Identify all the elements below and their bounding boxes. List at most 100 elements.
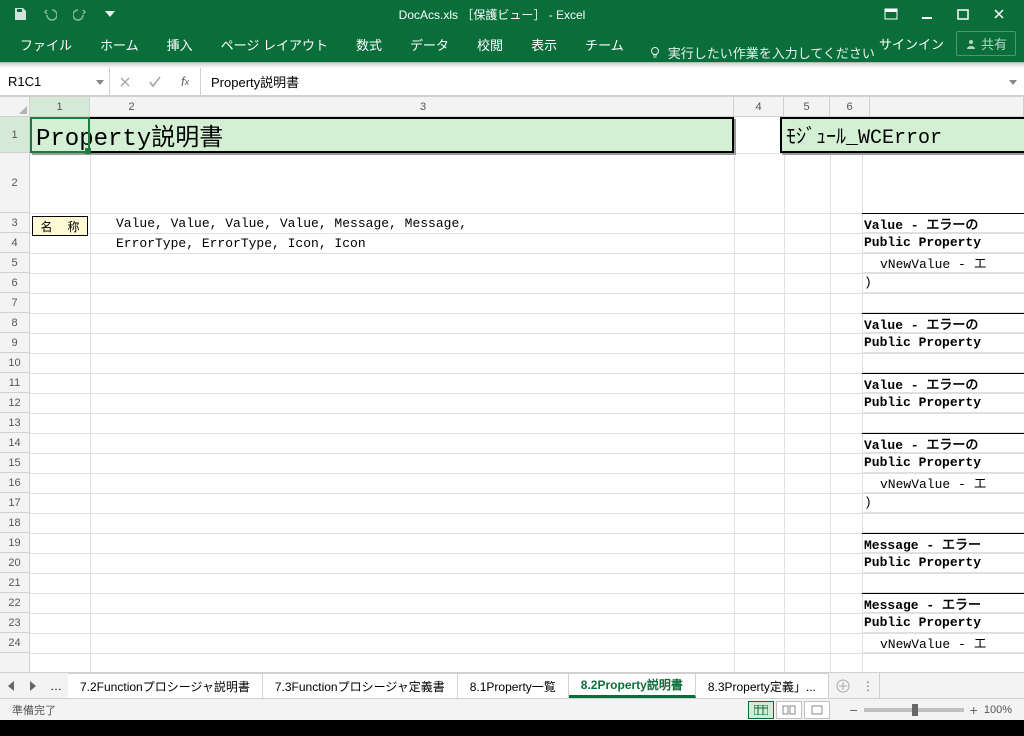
tellme-search[interactable]: 実行したい作業を入力してください bbox=[648, 43, 875, 62]
share-label: 共有 bbox=[981, 34, 1007, 53]
qat-customize-icon[interactable] bbox=[102, 6, 118, 22]
tab-formula[interactable]: 数式 bbox=[342, 29, 396, 62]
col-header[interactable]: 4 bbox=[734, 97, 784, 116]
view-page-layout-icon[interactable] bbox=[776, 701, 802, 719]
row-header[interactable]: 14 bbox=[0, 433, 29, 453]
zoom-value[interactable]: 100% bbox=[984, 704, 1012, 716]
zoom-slider[interactable] bbox=[864, 708, 964, 712]
tab-review[interactable]: 校閲 bbox=[463, 29, 517, 62]
undo-icon[interactable] bbox=[42, 6, 58, 22]
sheet-bar-options-icon[interactable]: ⋮ bbox=[857, 673, 879, 698]
col-header[interactable]: 6 bbox=[830, 97, 870, 116]
sheet-title-main: Property説明書 bbox=[30, 117, 734, 153]
tab-layout[interactable]: ページ レイアウト bbox=[207, 29, 342, 62]
taskbar-strip bbox=[0, 720, 1024, 736]
sheet-tab[interactable]: 8.3Property定義」... bbox=[696, 673, 829, 698]
sheet-tab[interactable]: 7.2Functionプロシージャ説明書 bbox=[68, 673, 263, 698]
row-header[interactable]: 1 bbox=[0, 117, 29, 153]
row-header[interactable]: 9 bbox=[0, 333, 29, 353]
formula-buttons: fx bbox=[110, 68, 201, 95]
cell-value: Value - エラーの bbox=[862, 433, 1024, 453]
status-bar: 準備完了 − + 100% bbox=[0, 698, 1024, 720]
row-header[interactable]: 5 bbox=[0, 253, 29, 273]
cell-value: Public Property bbox=[862, 553, 1024, 573]
cells-area[interactable]: Property説明書 ﾓｼﾞｭｰﾙ_WCError 名 称 Value, Va… bbox=[30, 117, 1024, 672]
sheet-nav-more-icon[interactable]: … bbox=[44, 673, 68, 698]
expand-formula-icon[interactable] bbox=[1008, 77, 1018, 87]
accept-formula-icon[interactable] bbox=[140, 76, 170, 88]
row-header[interactable]: 7 bbox=[0, 293, 29, 313]
row-header[interactable]: 8 bbox=[0, 313, 29, 333]
sheet-tab-active[interactable]: 8.2Property説明書 bbox=[569, 673, 696, 698]
tab-view[interactable]: 表示 bbox=[517, 29, 571, 62]
person-icon bbox=[965, 38, 977, 50]
section-label-name: 名 称 bbox=[32, 216, 88, 236]
maximize-icon[interactable] bbox=[954, 6, 972, 22]
row-header[interactable]: 3 bbox=[0, 213, 29, 233]
row-header[interactable]: 13 bbox=[0, 413, 29, 433]
cell-value: Message - エラー bbox=[862, 533, 1024, 553]
redo-icon[interactable] bbox=[72, 6, 88, 22]
formula-bar[interactable]: Property説明書 bbox=[201, 68, 1024, 95]
save-icon[interactable] bbox=[12, 6, 28, 22]
col-header[interactable]: 23 bbox=[90, 97, 734, 116]
sheet-nav-next-icon[interactable] bbox=[22, 673, 44, 698]
sheet-tab[interactable]: 8.1Property一覧 bbox=[458, 673, 569, 698]
row-header[interactable]: 10 bbox=[0, 353, 29, 373]
row-header[interactable]: 21 bbox=[0, 573, 29, 593]
row-header[interactable]: 16 bbox=[0, 473, 29, 493]
worksheet-grid[interactable]: 1 23 4 5 6 1 2 3 4 5 6 7 8 9 10 11 12 13… bbox=[0, 96, 1024, 672]
cell-value: vNewValue - エ bbox=[862, 253, 1024, 273]
column-headers: 1 23 4 5 6 bbox=[0, 97, 1024, 117]
select-all-corner[interactable] bbox=[0, 97, 30, 116]
row-header[interactable]: 15 bbox=[0, 453, 29, 473]
zoom-in-icon[interactable]: + bbox=[970, 702, 978, 718]
signin-link[interactable]: サインイン bbox=[879, 34, 944, 53]
row-header[interactable]: 2 bbox=[0, 153, 29, 213]
tab-data[interactable]: データ bbox=[396, 29, 463, 62]
ribbon-display-icon[interactable] bbox=[882, 6, 900, 22]
zoom-out-icon[interactable]: − bbox=[849, 702, 857, 718]
sheet-nav-prev-icon[interactable] bbox=[0, 673, 22, 698]
row-header[interactable]: 19 bbox=[0, 533, 29, 553]
add-sheet-icon[interactable] bbox=[829, 673, 857, 698]
horizontal-scrollbar[interactable] bbox=[879, 673, 1024, 698]
row-header[interactable]: 6 bbox=[0, 273, 29, 293]
row-header[interactable]: 17 bbox=[0, 493, 29, 513]
view-page-break-icon[interactable] bbox=[804, 701, 830, 719]
cell-value: Value - エラーの bbox=[862, 313, 1024, 333]
sheet-tab[interactable]: 7.3Functionプロシージャ定義書 bbox=[263, 673, 458, 698]
tab-home[interactable]: ホーム bbox=[86, 29, 153, 62]
view-normal-icon[interactable] bbox=[748, 701, 774, 719]
minimize-icon[interactable] bbox=[918, 6, 936, 22]
tab-file[interactable]: ファイル bbox=[6, 29, 86, 62]
row-header[interactable]: 11 bbox=[0, 373, 29, 393]
row-header[interactable]: 22 bbox=[0, 593, 29, 613]
row-header[interactable]: 12 bbox=[0, 393, 29, 413]
col-header[interactable]: 1 bbox=[30, 97, 90, 116]
col-header[interactable]: 5 bbox=[784, 97, 830, 116]
sheet-tab-bar: … 7.2Functionプロシージャ説明書 7.3Functionプロシージャ… bbox=[0, 672, 1024, 698]
share-button[interactable]: 共有 bbox=[956, 31, 1016, 56]
tab-insert[interactable]: 挿入 bbox=[153, 29, 207, 62]
row-header[interactable]: 23 bbox=[0, 613, 29, 633]
cell-value: ) bbox=[862, 273, 1024, 293]
name-box-value: R1C1 bbox=[8, 74, 41, 89]
cell-value: Value - エラーの bbox=[862, 213, 1024, 233]
cell-value: Public Property bbox=[862, 333, 1024, 353]
formula-value: Property説明書 bbox=[211, 72, 299, 91]
col-header[interactable] bbox=[870, 97, 1024, 116]
chevron-down-icon[interactable] bbox=[95, 77, 105, 87]
name-box[interactable]: R1C1 bbox=[0, 68, 110, 95]
close-icon[interactable] bbox=[990, 6, 1008, 22]
cell-value: Public Property bbox=[862, 453, 1024, 473]
sheet-title-side: ﾓｼﾞｭｰﾙ_WCError bbox=[780, 117, 1024, 153]
cancel-formula-icon[interactable] bbox=[110, 76, 140, 88]
tab-team[interactable]: チーム bbox=[571, 29, 638, 62]
row-header[interactable]: 4 bbox=[0, 233, 29, 253]
fx-icon[interactable]: fx bbox=[170, 74, 200, 89]
row-header[interactable]: 24 bbox=[0, 633, 29, 653]
status-ready: 準備完了 bbox=[0, 702, 68, 718]
row-header[interactable]: 18 bbox=[0, 513, 29, 533]
row-header[interactable]: 20 bbox=[0, 553, 29, 573]
